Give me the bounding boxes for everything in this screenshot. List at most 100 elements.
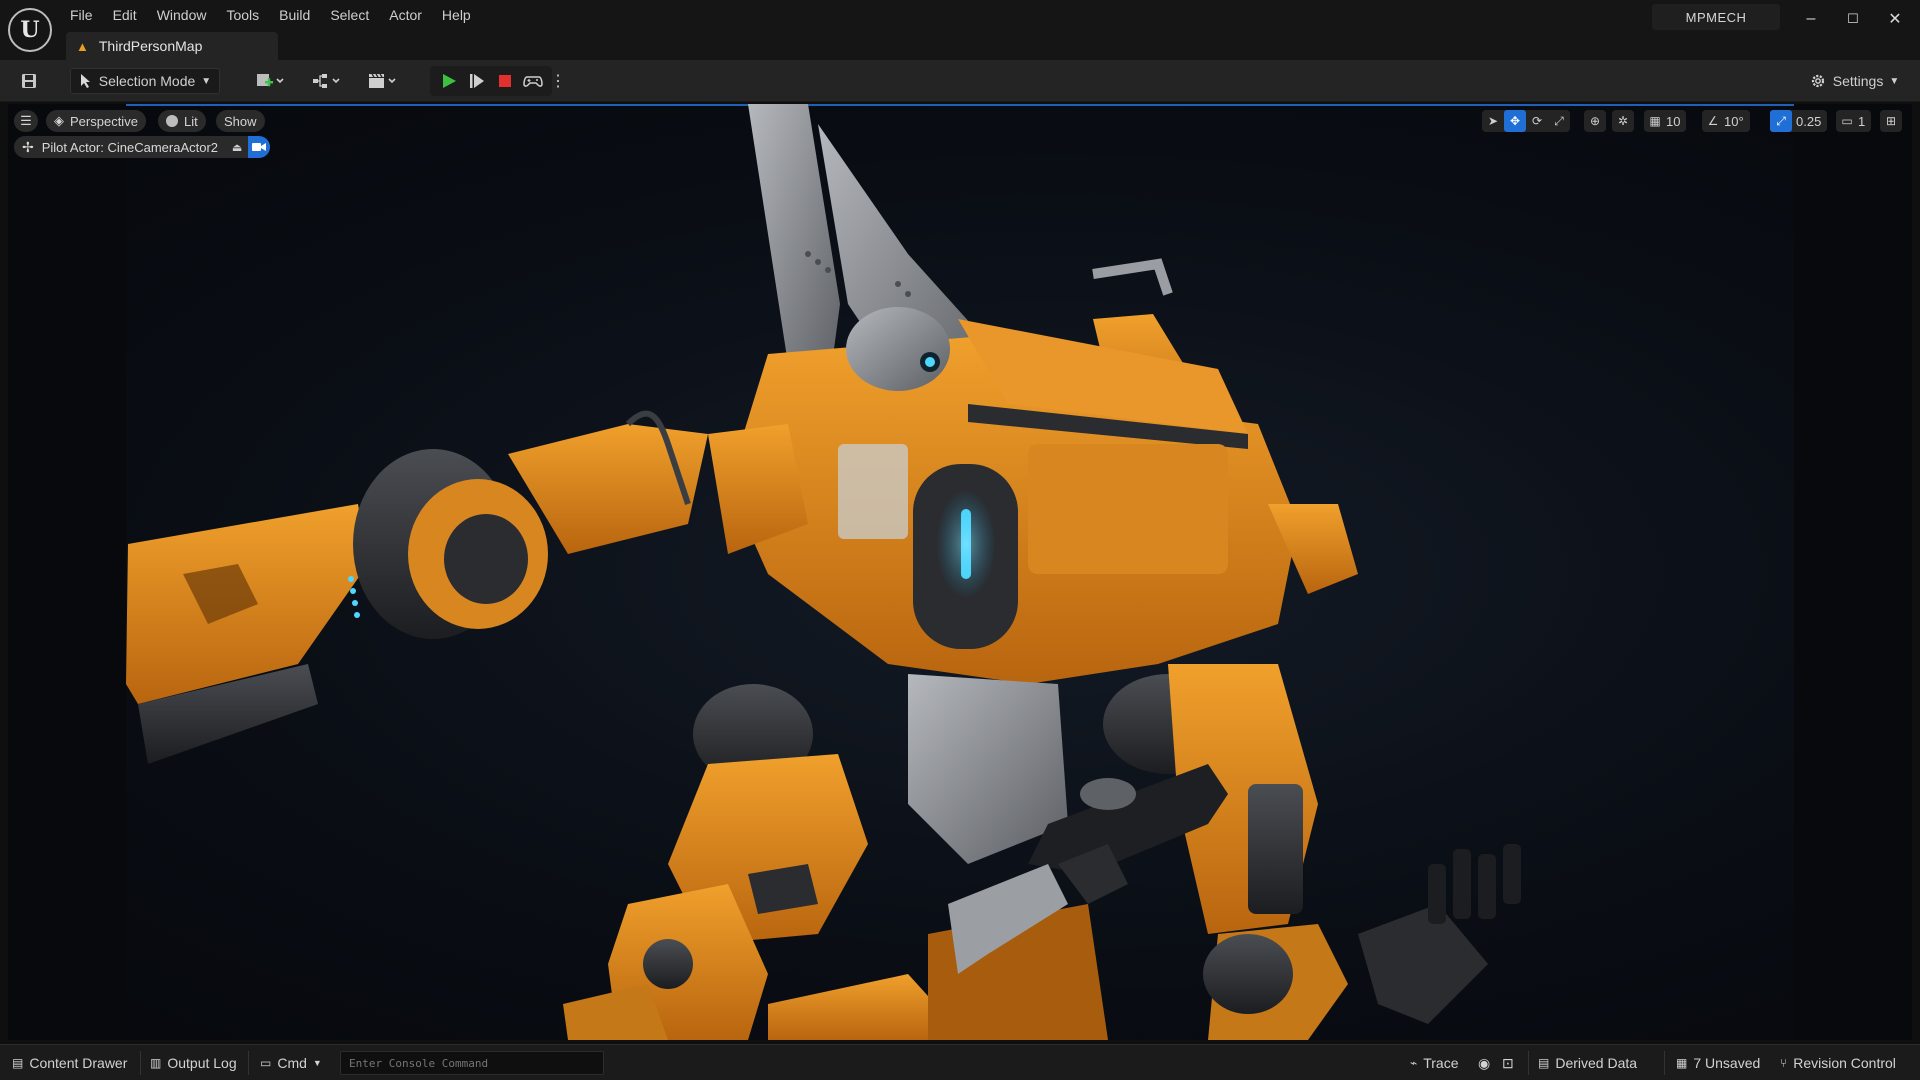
- save-icon: [22, 74, 36, 88]
- derived-data-label: Derived Data: [1555, 1055, 1638, 1071]
- derived-data-icon: ▤: [1538, 1056, 1550, 1070]
- camera-speed-button[interactable]: ▭ 1: [1836, 110, 1872, 132]
- menu-window[interactable]: Window: [147, 4, 217, 26]
- rotate-tool-button[interactable]: ⟳: [1526, 110, 1548, 132]
- content-drawer-button[interactable]: ▤ Content Drawer: [12, 1053, 127, 1073]
- viewport-options-button[interactable]: ☰: [14, 110, 38, 132]
- unreal-logo-icon[interactable]: U: [8, 8, 52, 52]
- stop-button[interactable]: [492, 68, 518, 94]
- cmd-dropdown[interactable]: ▭ Cmd ▼: [260, 1053, 322, 1073]
- menu-file[interactable]: File: [60, 4, 103, 26]
- coordinate-system-button[interactable]: ⊕: [1584, 110, 1606, 132]
- settings-button[interactable]: Settings ▼: [1808, 68, 1900, 94]
- stop-icon: [499, 75, 511, 87]
- camera-view-toggle[interactable]: [248, 136, 271, 158]
- mech-rifle-scope: [1080, 778, 1136, 810]
- scale-tool-button[interactable]: ⤢: [1548, 110, 1570, 132]
- pilot-actor-bar: ✢ Pilot Actor: CineCameraActor2 ⏏: [14, 136, 271, 158]
- move-icon: ✥: [1509, 114, 1521, 128]
- clapperboard-icon: [369, 73, 396, 88]
- pilot-actor-label[interactable]: ✢ Pilot Actor: CineCameraActor2: [14, 136, 227, 158]
- show-dropdown[interactable]: Show: [216, 110, 265, 132]
- add-actor-icon: [257, 74, 284, 87]
- mech-eye-glow: [925, 357, 935, 367]
- viewport-layout-button[interactable]: ⊞: [1880, 110, 1902, 132]
- mech-head: [846, 307, 950, 391]
- menu-actor[interactable]: Actor: [379, 4, 432, 26]
- eject-icon: ⏏: [231, 141, 243, 154]
- scale-snap-button[interactable]: ⤢ 0.25: [1770, 110, 1828, 132]
- tab-map[interactable]: ▲ ThirdPersonMap: [66, 32, 278, 60]
- save-button[interactable]: [16, 68, 42, 94]
- scale-snap-icon: ⤢: [1770, 110, 1792, 132]
- advance-frame-button[interactable]: [464, 68, 490, 94]
- surface-snap-button[interactable]: ✲: [1612, 110, 1634, 132]
- menu-select[interactable]: Select: [320, 4, 379, 26]
- rotate-icon: ⟳: [1531, 114, 1543, 128]
- pilot-actor-text: Pilot Actor: CineCameraActor2: [41, 139, 219, 155]
- console-command-input[interactable]: [340, 1051, 604, 1075]
- close-button[interactable]: ✕: [1880, 6, 1910, 32]
- trace-button[interactable]: ⌁ Trace: [1410, 1053, 1459, 1073]
- mech-knee-right-joint: [1203, 934, 1293, 1014]
- blueprint-icon: [313, 74, 340, 88]
- trace-icon: ⌁: [1410, 1056, 1418, 1070]
- rotation-snap-button[interactable]: ∠ 10°: [1702, 110, 1750, 132]
- menu-help[interactable]: Help: [432, 4, 481, 26]
- map-tab-label: ThirdPersonMap: [98, 38, 203, 54]
- cube-icon: ◈: [54, 113, 64, 128]
- mech-chest-glow: [936, 489, 996, 599]
- play-options-button[interactable]: ⋮: [550, 68, 566, 94]
- grid-icon: ▦: [1649, 114, 1661, 128]
- mech-render: [8, 104, 1912, 1040]
- grid-snap-button[interactable]: ▦ 10: [1644, 110, 1687, 132]
- main-menu: File Edit Window Tools Build Select Acto…: [60, 4, 481, 26]
- lit-sphere-icon: [166, 115, 178, 127]
- cinematics-button[interactable]: [360, 68, 404, 94]
- chevron-down-icon: ▼: [201, 75, 212, 87]
- quick-add-button[interactable]: [248, 68, 292, 94]
- select-tool-button[interactable]: ➤: [1482, 110, 1504, 132]
- branch-icon: ⑂: [1780, 1056, 1788, 1070]
- transform-tools: ➤ ✥ ⟳ ⤢: [1482, 110, 1570, 132]
- pilot-icon: ✢: [22, 138, 34, 155]
- output-log-button[interactable]: ▥ Output Log: [150, 1053, 237, 1073]
- derived-data-button[interactable]: ▤ Derived Data: [1538, 1053, 1637, 1073]
- mech-leg-armor: [1248, 784, 1303, 914]
- menu-edit[interactable]: Edit: [103, 4, 147, 26]
- selection-mode-dropdown[interactable]: Selection Mode ▼: [70, 68, 220, 94]
- perspective-dropdown[interactable]: ◈ Perspective: [46, 110, 146, 132]
- translate-tool-button[interactable]: ✥: [1504, 110, 1526, 132]
- angle-icon: ∠: [1707, 114, 1719, 128]
- revision-control-button[interactable]: ⑂ Revision Control: [1780, 1053, 1896, 1073]
- menu-build[interactable]: Build: [269, 4, 320, 26]
- view-mode-dropdown[interactable]: Lit: [158, 110, 206, 132]
- mech-knee-left: [643, 939, 693, 989]
- step-icon: [470, 74, 484, 88]
- trace-label: Trace: [1423, 1055, 1459, 1071]
- viewport-right-band: [1794, 104, 1912, 1040]
- blueprints-button[interactable]: [304, 68, 348, 94]
- play-button[interactable]: [436, 68, 462, 94]
- cursor-icon: ➤: [1487, 114, 1499, 128]
- project-name: MPMECH: [1652, 4, 1780, 30]
- level-icon: ▲: [76, 38, 89, 54]
- screenshot-button[interactable]: ⊡: [1502, 1053, 1514, 1073]
- possess-eject-button[interactable]: [520, 68, 546, 94]
- camera-icon: [252, 143, 267, 151]
- surface-snap-icon: ✲: [1617, 114, 1629, 128]
- record-button[interactable]: ◉: [1478, 1053, 1490, 1073]
- eject-pilot-button[interactable]: ⏏: [226, 136, 249, 158]
- menu-tools[interactable]: Tools: [216, 4, 269, 26]
- unsaved-button[interactable]: ▦ 7 Unsaved: [1676, 1053, 1760, 1073]
- content-drawer-icon: ▤: [12, 1056, 24, 1070]
- show-label: Show: [224, 113, 257, 129]
- output-log-label: Output Log: [167, 1055, 237, 1071]
- layout-grid-icon: ⊞: [1885, 114, 1897, 128]
- level-viewport[interactable]: ☰ ◈ Perspective Lit Show ✢ Pilot Actor: …: [8, 104, 1912, 1040]
- maximize-button[interactable]: ☐: [1838, 6, 1868, 32]
- divider: [140, 1051, 141, 1075]
- divider: [248, 1051, 249, 1075]
- divider: [1664, 1051, 1665, 1075]
- minimize-button[interactable]: –: [1796, 6, 1826, 32]
